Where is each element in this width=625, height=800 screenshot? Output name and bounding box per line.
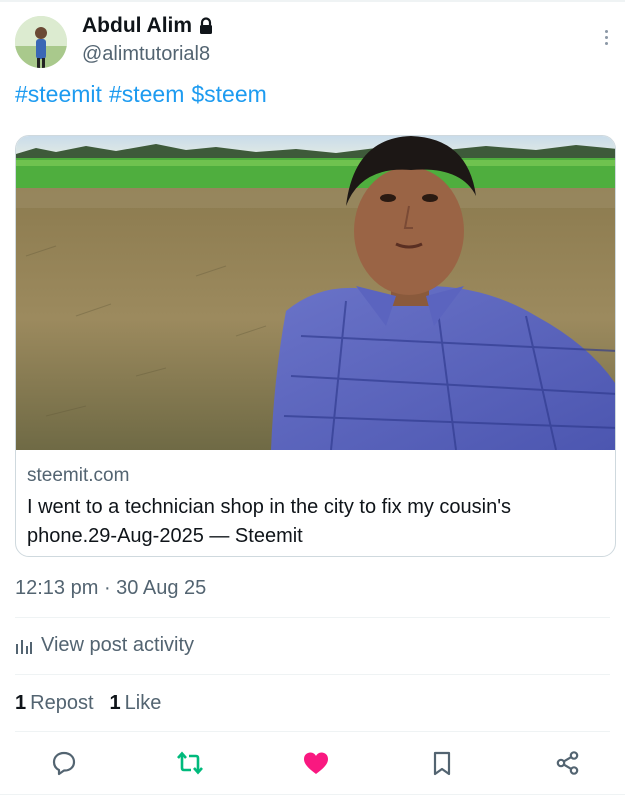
heart-icon	[304, 752, 328, 774]
reply-button[interactable]	[49, 748, 79, 778]
repost-icon	[177, 751, 203, 775]
view-post-activity-label: View post activity	[41, 634, 195, 656]
reposts-stat[interactable]: 1 Repost	[15, 692, 94, 715]
post-timestamp[interactable]: 12:13 pm · 30 Aug 25	[15, 577, 206, 600]
likes-stat[interactable]: 1 Like	[110, 692, 162, 715]
cashtag-steem[interactable]: $steem	[191, 81, 266, 108]
analytics-icon	[16, 639, 32, 654]
engagement-stats: 1 Repost 1 Like	[15, 692, 161, 715]
author-name[interactable]: Abdul Alim	[82, 14, 192, 38]
link-card-title: I went to a technician shop in the city …	[27, 496, 512, 547]
like-button[interactable]	[301, 748, 331, 778]
share-button[interactable]	[553, 748, 583, 778]
author-handle[interactable]: @alimtutorial8	[82, 43, 210, 66]
bookmark-icon	[433, 751, 451, 776]
lock-icon	[200, 17, 213, 34]
view-post-activity-link[interactable]: View post activity	[15, 634, 194, 657]
avatar-image	[15, 16, 67, 68]
reposts-count: 1	[15, 692, 27, 714]
reply-icon	[52, 751, 76, 776]
hashtag-steemit[interactable]: #steemit	[15, 81, 102, 108]
bookmark-button[interactable]	[427, 748, 457, 778]
bottom-divider	[0, 794, 625, 795]
top-divider	[0, 0, 625, 2]
more-options-icon[interactable]	[604, 30, 610, 48]
link-preview-image	[16, 136, 615, 450]
share-icon	[556, 751, 579, 775]
divider	[15, 731, 610, 732]
avatar[interactable]	[15, 16, 67, 68]
post-hashtags: #steemit #steem $steem	[15, 81, 267, 108]
link-preview-card[interactable]: steemit.com I went to a technician shop …	[15, 135, 616, 557]
hashtag-steem[interactable]: #steem	[109, 81, 184, 108]
likes-count: 1	[109, 692, 121, 714]
author-name-row: Abdul Alim	[82, 14, 214, 38]
divider	[15, 617, 610, 618]
repost-button[interactable]	[175, 748, 205, 778]
likes-label: Like	[124, 692, 162, 714]
divider	[15, 674, 610, 675]
reposts-label: Repost	[30, 692, 94, 714]
link-card-domain: steemit.com	[27, 465, 130, 486]
action-bar	[0, 748, 625, 778]
